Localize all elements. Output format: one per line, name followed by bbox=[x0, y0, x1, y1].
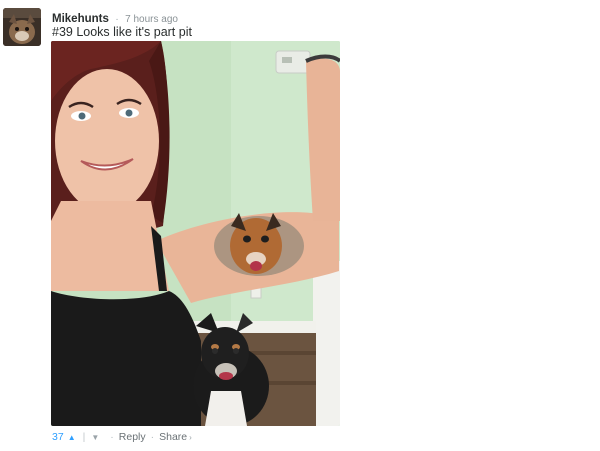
footer-separator: · bbox=[110, 431, 114, 443]
comment-footer: 37 ▲ | ▼ · Reply · Share › bbox=[52, 430, 192, 444]
downvote-icon[interactable]: ▼ bbox=[91, 433, 99, 442]
comment-text: #39 Looks like it's part pit bbox=[52, 25, 192, 39]
avatar[interactable] bbox=[3, 8, 41, 46]
photo-illustration bbox=[51, 41, 340, 426]
share-chevron-icon: › bbox=[189, 432, 192, 442]
vote-divider: | bbox=[82, 431, 86, 443]
header-separator: · bbox=[115, 14, 119, 25]
reply-button[interactable]: Reply bbox=[119, 431, 146, 443]
avatar-image bbox=[3, 8, 41, 46]
upvote-icon[interactable]: ▲ bbox=[68, 433, 76, 442]
comment-image[interactable] bbox=[51, 41, 340, 426]
footer-separator-2: · bbox=[150, 431, 155, 443]
timestamp-link[interactable]: 7 hours ago bbox=[125, 14, 178, 25]
comment-header: Mikehunts · 7 hours ago bbox=[52, 9, 178, 25]
username-link[interactable]: Mikehunts bbox=[52, 13, 109, 25]
vote-count: 37 bbox=[52, 431, 64, 443]
share-button[interactable]: Share bbox=[159, 431, 187, 443]
